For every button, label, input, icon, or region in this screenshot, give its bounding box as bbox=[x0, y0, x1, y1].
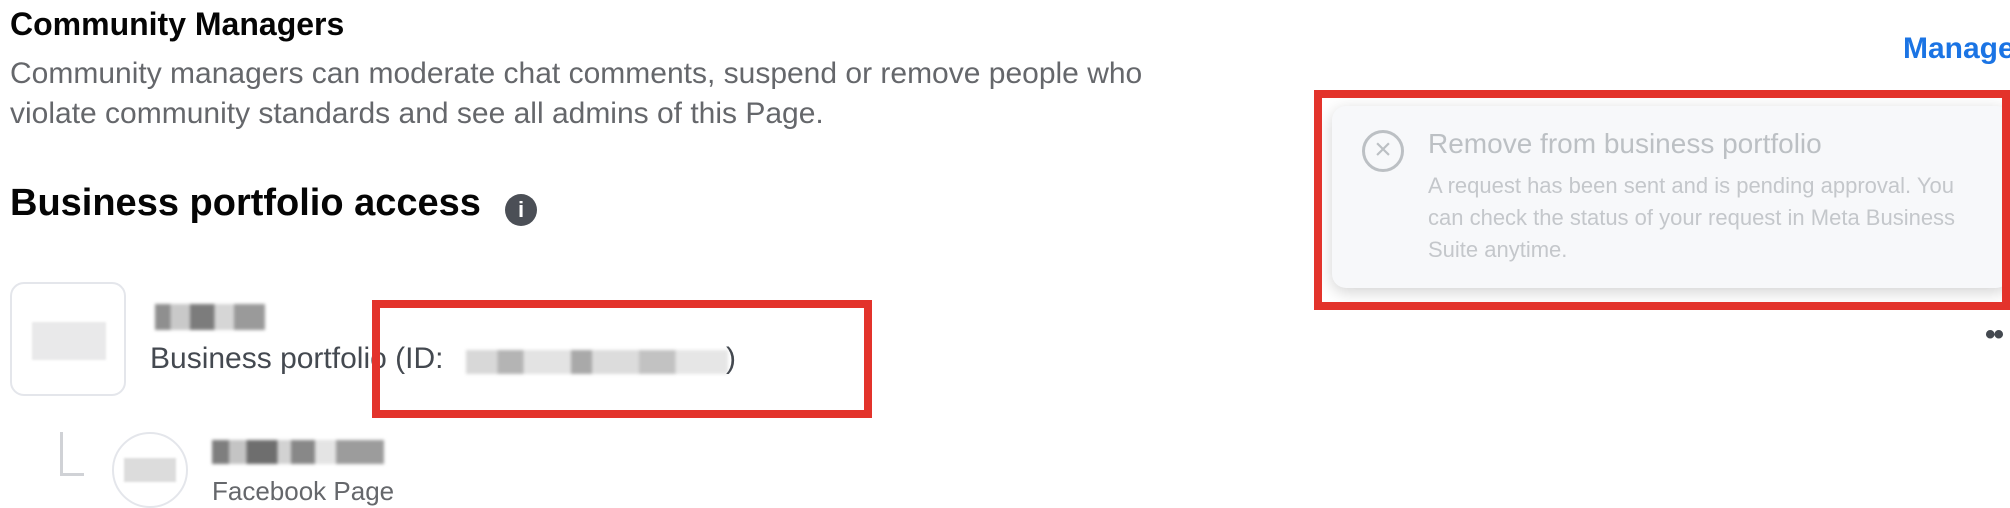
tree-connector-branch bbox=[60, 473, 84, 476]
community-managers-description: Community managers can moderate chat com… bbox=[10, 57, 1143, 130]
facebook-page-type-label: Facebook Page bbox=[212, 476, 395, 506]
annotation-box-toast bbox=[1314, 90, 2010, 310]
redacted-logo bbox=[32, 322, 106, 360]
business-portfolio-avatar bbox=[10, 282, 126, 396]
redacted-page-logo bbox=[124, 458, 176, 482]
redacted-portfolio-name bbox=[155, 304, 265, 330]
more-options-icon[interactable]: •• bbox=[1985, 318, 2004, 352]
annotation-box-portfolio-id bbox=[372, 300, 872, 418]
tree-connector bbox=[60, 432, 63, 476]
facebook-page-avatar bbox=[112, 432, 188, 508]
manage-link[interactable]: Manage bbox=[1903, 32, 2010, 66]
redacted-page-name bbox=[212, 440, 384, 464]
info-icon[interactable]: i bbox=[505, 194, 537, 226]
business-portfolio-access-title: Business portfolio access bbox=[10, 182, 481, 224]
community-managers-title: Community Managers bbox=[10, 6, 345, 42]
